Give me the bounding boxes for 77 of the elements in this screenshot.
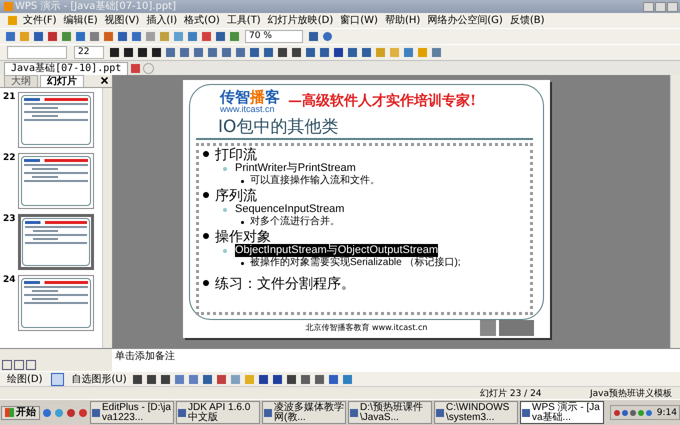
bullet-text: PrintWriter与PrintStream [235, 162, 356, 174]
taskbar-button[interactable]: WPS 演示 - [Java基础... [520, 401, 604, 424]
slide-number: 24 [3, 275, 15, 287]
bullet-icon [203, 192, 209, 198]
font-field[interactable] [7, 46, 67, 59]
menu-item[interactable]: 幻灯片放映(D) [264, 14, 336, 27]
slide-title: IO包中的其他类 [196, 114, 533, 140]
menu-item[interactable]: 插入(I) [143, 14, 180, 27]
bullet-icon [203, 151, 209, 157]
bullet-text: 可以直接操作输入流和文件。 [250, 175, 380, 187]
bullet-icon [223, 208, 227, 212]
close-icon[interactable] [101, 76, 108, 87]
bullet-text: 练习：文件分割程序。 [215, 275, 355, 291]
bullet-text: 对多个流进行合并。 [250, 216, 340, 228]
taskbar-button[interactable]: EditPlus - [D:\java1223... [90, 401, 174, 424]
bullet-text: 操作对象 [215, 228, 271, 244]
bullet-icon [241, 220, 244, 224]
zoom-field[interactable]: 70 % [245, 30, 303, 43]
bullet-text: 序列流 [215, 187, 257, 203]
bullet-icon [241, 262, 244, 264]
bullet-icon [223, 248, 227, 252]
panel-tab[interactable]: 幻灯片 [40, 75, 84, 87]
scrollbar[interactable] [102, 88, 112, 348]
bullet-icon [203, 280, 209, 286]
autoshapes-menu[interactable]: 自选图形(U) [68, 372, 130, 386]
bullet-icon [223, 166, 227, 170]
bullet-text: SequenceInputStream [235, 203, 344, 216]
menu-item[interactable]: 反馈(B) [506, 14, 548, 27]
menu-item[interactable]: 视图(V) [102, 14, 142, 27]
app-logo-icon[interactable] [4, 2, 13, 11]
menu-item[interactable]: 帮助(H) [382, 14, 424, 27]
menu-item[interactable]: 窗口(W) [337, 14, 381, 27]
slide-number: 23 [3, 214, 15, 226]
bullet-text: 打印流 [215, 146, 257, 162]
text-box[interactable]: 打印流 PrintWriter与PrintStream 可以直接操作输入流和文件。 序列流 SequenceInputStream 对多个流进行合并。 操作对象 ObjectInputStream与ObjectOutputStream 被操作的对象需要实现Serializable （标记接口); 练习：文件分割程序。 [196, 143, 533, 315]
windows-logo-icon [5, 408, 14, 417]
close-button[interactable] [667, 2, 678, 12]
panel-tab[interactable]: 大纲 [4, 75, 38, 87]
clock: 9:14 [656, 408, 677, 418]
slide-footer: 北京传智播客教育 www.itcast.cn [306, 323, 428, 333]
slide-number: 21 [3, 92, 15, 104]
slide-thumbnail[interactable] [18, 92, 94, 148]
menu-item[interactable]: 编辑(E) [60, 14, 101, 27]
bullet-text: 被操作的对象需要实现Serializable （标记接口); [250, 257, 461, 269]
slide-count: 幻灯片 23 / 24 [480, 388, 543, 400]
bullet-text: ObjectInputStream与ObjectOutputStream [235, 244, 438, 257]
menu-item[interactable]: 工具(T) [224, 14, 264, 27]
taskbar-button[interactable]: JDK API 1.6.0 中文版 [176, 401, 260, 424]
new-tab-icon[interactable] [143, 63, 154, 74]
taskbar-button[interactable]: 凌波多媒体教学网(教... [262, 401, 346, 424]
draw-menu[interactable]: 绘图(D) [4, 372, 46, 386]
slide-thumbnail[interactable] [18, 153, 94, 209]
menu-item[interactable]: 格式(O) [181, 14, 223, 27]
bullet-icon [241, 180, 244, 182]
bullet-icon [203, 233, 209, 239]
taskbar-button[interactable]: C:\WINDOWS\system3... [434, 401, 518, 424]
minimize-button[interactable] [643, 2, 654, 12]
start-button[interactable]: 开始 [1, 406, 40, 420]
maximize-button[interactable] [655, 2, 666, 12]
brand-logo: 传智播客 [220, 89, 280, 105]
sorter-view-icon[interactable] [26, 360, 36, 370]
slide-thumbnail[interactable] [18, 275, 94, 331]
template-name: Java预热班讲义模板 [590, 388, 672, 400]
slogan: —高级软件人才实作培训专家! [288, 92, 476, 110]
slide-number: 22 [3, 153, 15, 165]
brand-url: www.itcast.cn [220, 105, 275, 114]
notes-field[interactable]: 单击添加备注 [112, 349, 680, 371]
scrollbar[interactable] [670, 75, 680, 348]
normal-view-icon[interactable] [2, 360, 12, 370]
font-size-field[interactable]: 22 [74, 46, 104, 59]
taskbar-button[interactable]: D:\预热班课件\JavaS... [348, 401, 432, 424]
slide-thumbnail[interactable] [18, 214, 94, 270]
menu-item[interactable]: 网络办公空间(G) [424, 14, 506, 27]
menu-item[interactable]: 文件(F) [20, 14, 60, 27]
window-title: WPS 演示 - [Java基础[07-10].ppt] [15, 0, 177, 12]
outline-view-icon[interactable] [14, 360, 24, 370]
document-tab[interactable]: Java基础[07-10].ppt [4, 62, 128, 75]
